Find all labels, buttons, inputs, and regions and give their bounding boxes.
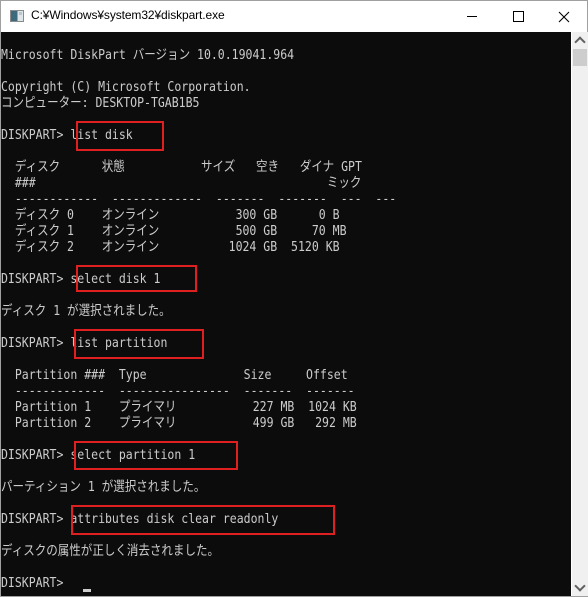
console-window-icon[interactable] [10, 10, 24, 22]
command-highlight-box [74, 441, 238, 470]
diskpart-console-window: C:¥Windows¥system32¥diskpart.exe Microso… [0, 0, 588, 597]
output-line: パーティション 1 が選択されました。 [1, 480, 206, 495]
output-line: Partition ### Type Size Offset [1, 368, 348, 383]
output-line: コンピューター: DESKTOP-TGAB1B5 [1, 96, 200, 111]
command-highlight-box [76, 121, 164, 151]
scroll-thumb[interactable] [573, 49, 587, 66]
output-line: ディスク 0 オンライン 300 GB 0 B [1, 208, 340, 223]
output-line: ディスク 1 が選択されました。 [1, 304, 171, 319]
command-line: DISKPART> [1, 576, 71, 591]
minimize-icon [467, 16, 477, 17]
console-output[interactable]: Microsoft DiskPart バージョン 10.0.19041.964 C… [1, 32, 571, 596]
command-highlight-box [76, 265, 197, 292]
output-line: Partition 2 プライマリ 499 GB 292 MB [1, 416, 357, 431]
output-line: ------------- ---------------- ------- -… [1, 384, 355, 399]
title-bar[interactable]: C:¥Windows¥system32¥diskpart.exe [1, 1, 587, 32]
maximize-button[interactable] [495, 1, 541, 32]
output-line: ------------ ------------- ------- -----… [1, 192, 397, 207]
maximize-icon [512, 11, 524, 22]
vertical-scrollbar[interactable] [572, 32, 588, 596]
output-line: Copyright (C) Microsoft Corporation. [1, 80, 251, 95]
close-icon [558, 11, 570, 22]
output-line: ### ミック [1, 176, 362, 191]
output-line: ディスク 1 オンライン 500 GB 70 MB [1, 224, 347, 239]
output-line: Microsoft DiskPart バージョン 10.0.19041.964 [1, 48, 295, 63]
text-cursor [83, 589, 91, 592]
scroll-up-button[interactable] [572, 32, 588, 49]
command-highlight-box [71, 505, 335, 535]
output-line: ディスクの属性が正しく消去されました。 [1, 544, 219, 559]
command-highlight-box [74, 329, 204, 359]
output-line: ディスク 状態 サイズ 空き ダイナ GPT [1, 160, 362, 175]
window-title: C:¥Windows¥system32¥diskpart.exe [31, 8, 225, 22]
close-button[interactable] [541, 1, 587, 32]
chevron-down-icon [574, 580, 586, 592]
output-line: Partition 1 プライマリ 227 MB 1024 KB [1, 400, 357, 415]
chevron-up-icon [574, 36, 586, 48]
scroll-down-button[interactable] [572, 579, 588, 596]
output-line: ディスク 2 オンライン 1024 GB 5120 KB [1, 240, 340, 255]
minimize-button[interactable] [449, 1, 495, 32]
